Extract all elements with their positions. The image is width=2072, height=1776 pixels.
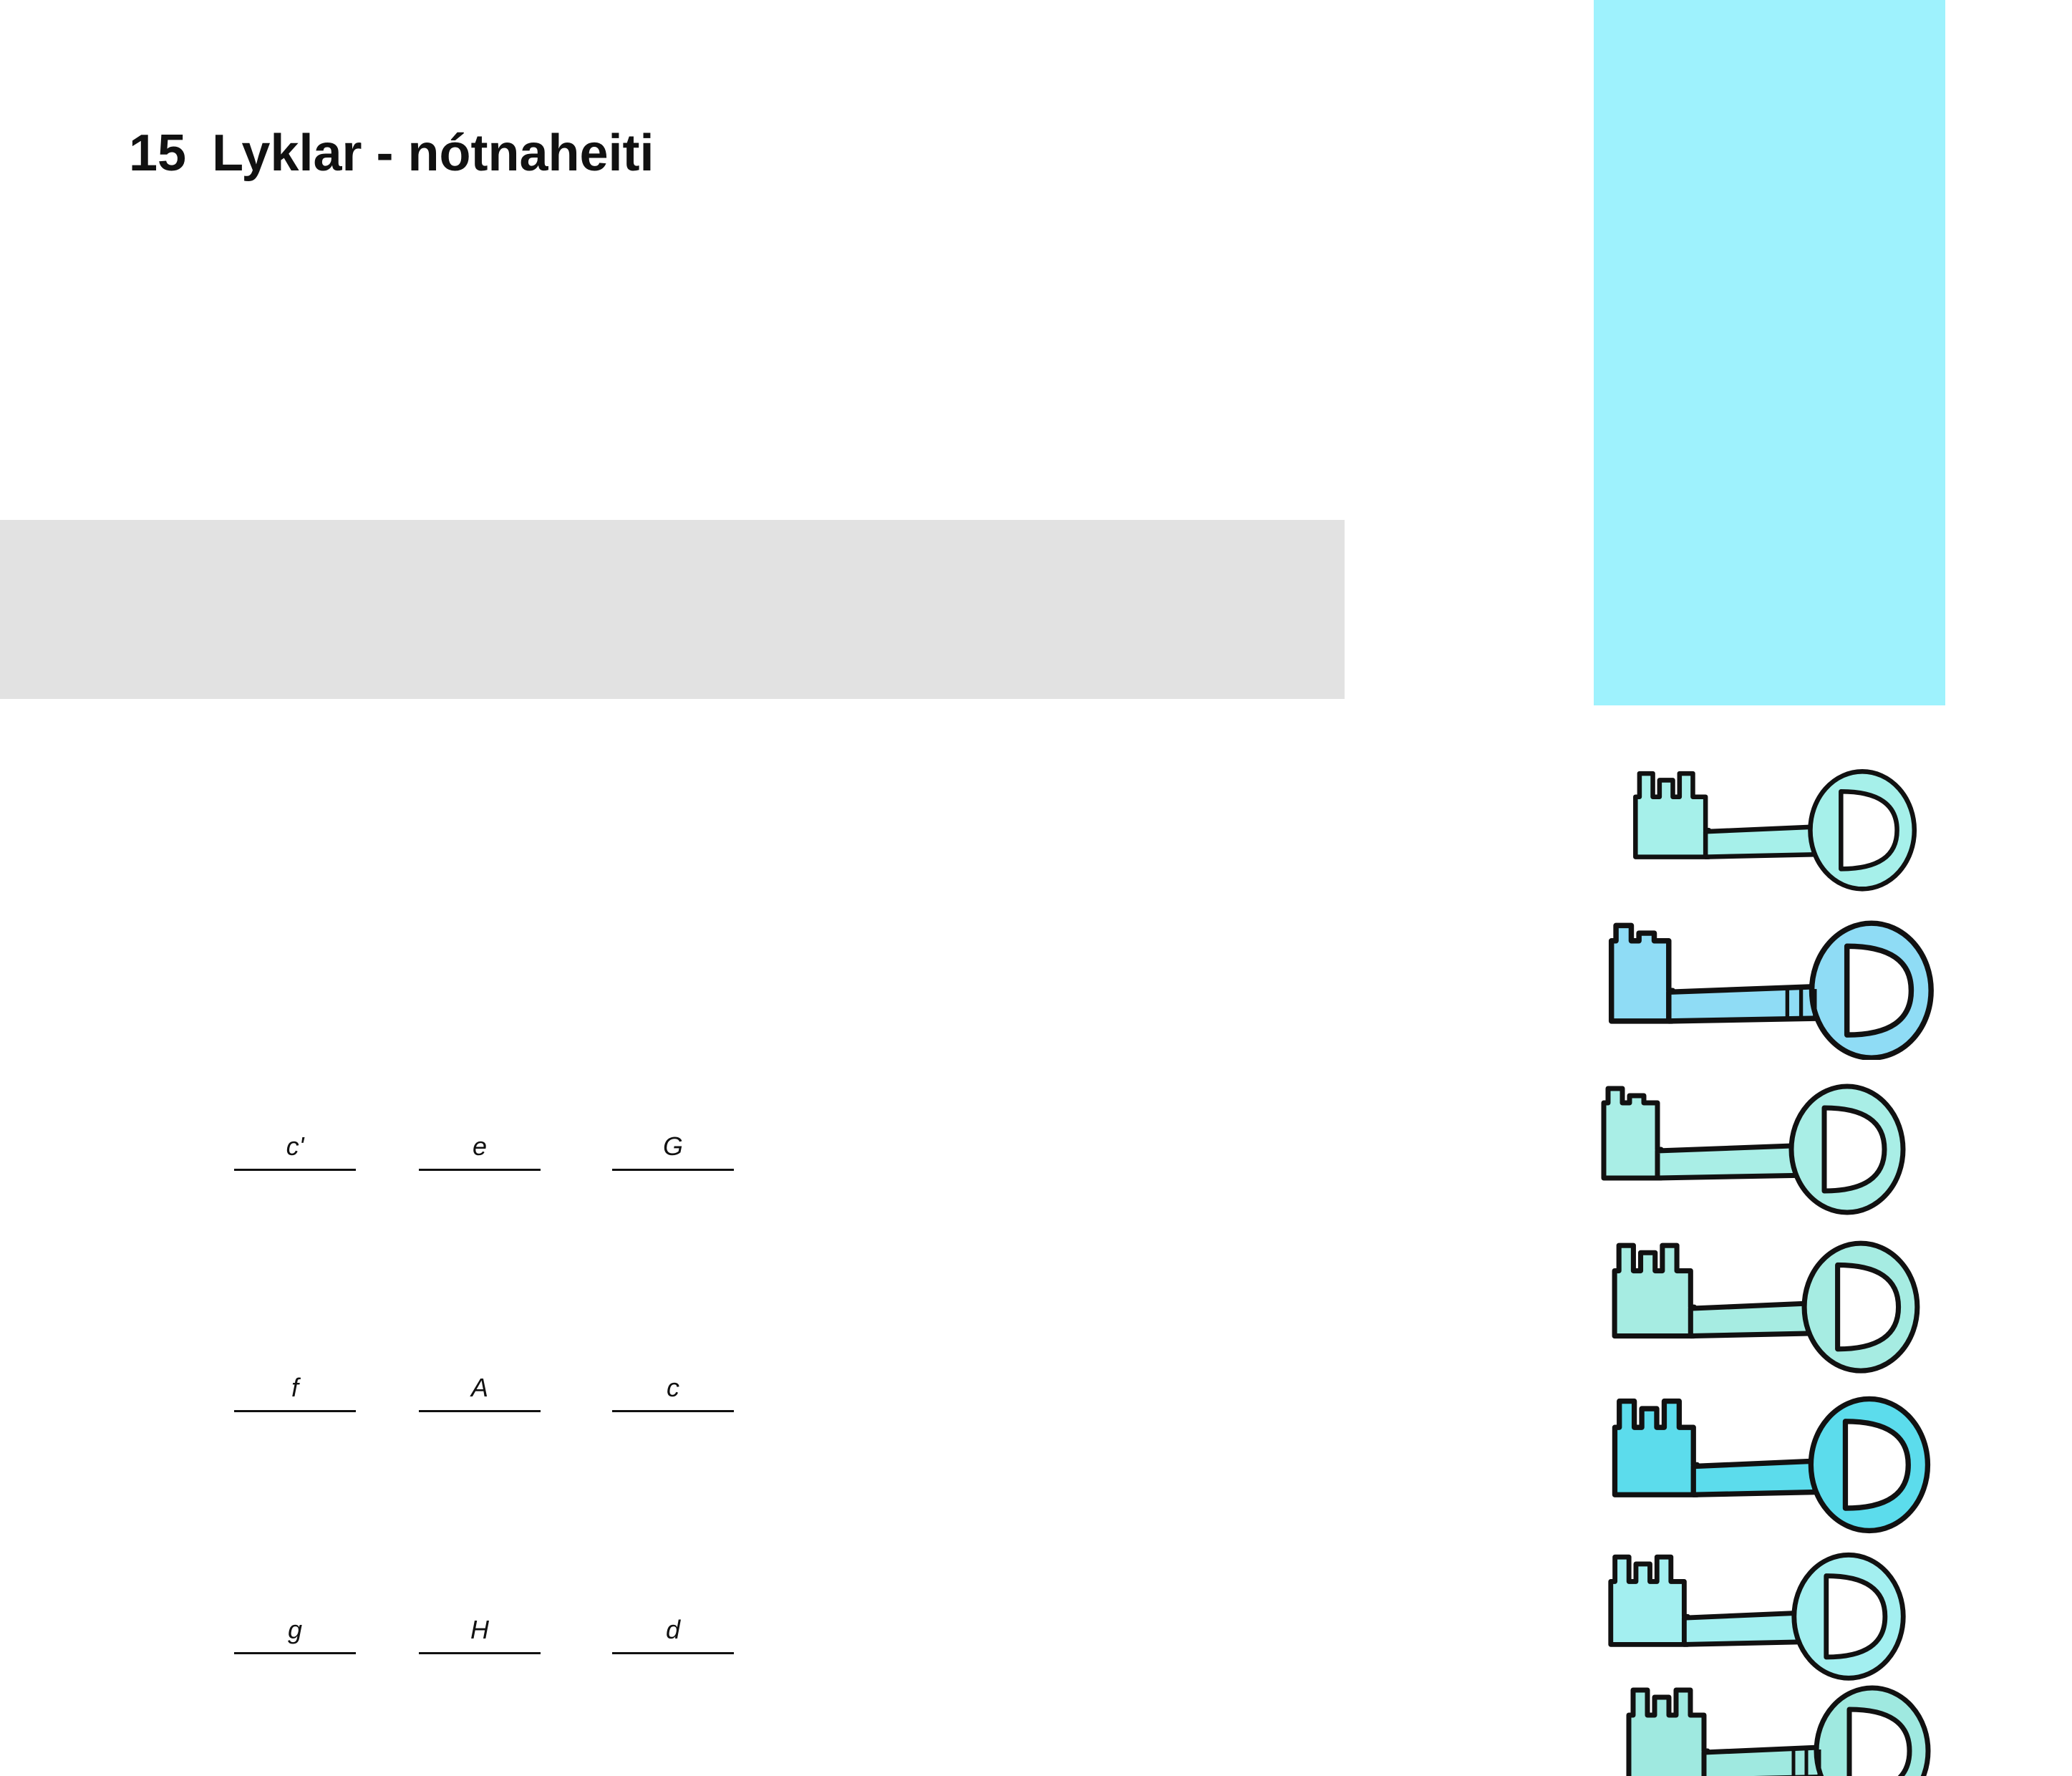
key-icon bbox=[1608, 920, 1934, 1060]
answer-blank[interactable]: g bbox=[234, 1611, 356, 1654]
note-name-label: G bbox=[662, 1131, 683, 1161]
answer-blank[interactable]: G bbox=[612, 1128, 734, 1171]
grey-band bbox=[0, 520, 1345, 699]
key-icon bbox=[1612, 1240, 1920, 1374]
cyan-side-tab bbox=[1594, 0, 1945, 705]
answer-blank[interactable]: f bbox=[234, 1369, 356, 1412]
answer-line bbox=[234, 1169, 356, 1171]
answer-line bbox=[612, 1169, 734, 1171]
key-icon bbox=[1633, 769, 1917, 892]
note-name-label: c' bbox=[286, 1131, 304, 1161]
key-icon bbox=[1626, 1685, 1931, 1776]
answer-line bbox=[234, 1652, 356, 1654]
answer-line bbox=[612, 1652, 734, 1654]
note-name-label: c bbox=[667, 1373, 679, 1402]
answer-blank[interactable]: H bbox=[419, 1611, 541, 1654]
key-icon bbox=[1601, 1084, 1906, 1215]
answer-line bbox=[419, 1652, 541, 1654]
note-name-label: A bbox=[470, 1373, 488, 1402]
key-icon bbox=[1608, 1552, 1906, 1681]
answer-blank[interactable]: c' bbox=[234, 1128, 356, 1171]
answer-line bbox=[612, 1410, 734, 1412]
key-icon bbox=[1612, 1396, 1931, 1534]
key-illustrations bbox=[1582, 738, 1955, 1776]
answer-line bbox=[419, 1410, 541, 1412]
answer-line bbox=[419, 1169, 541, 1171]
answer-blank[interactable]: c bbox=[612, 1369, 734, 1412]
exercise-number: 15 bbox=[129, 125, 187, 182]
note-name-label: e bbox=[472, 1131, 488, 1161]
answer-line bbox=[234, 1410, 356, 1412]
answer-blank[interactable]: A bbox=[419, 1369, 541, 1412]
page-title: 15 Lyklar - nótnaheiti bbox=[129, 127, 654, 179]
answer-blank[interactable]: e bbox=[419, 1128, 541, 1171]
note-name-label: f bbox=[291, 1373, 299, 1402]
answer-blank[interactable]: d bbox=[612, 1611, 734, 1654]
worksheet-page: 15 Lyklar - nótnaheiti c' e G f A c g H d bbox=[0, 0, 2072, 1776]
exercise-title: Lyklar - nótnaheiti bbox=[212, 125, 654, 182]
note-name-label: g bbox=[287, 1615, 303, 1644]
note-name-label: d bbox=[665, 1615, 681, 1644]
note-name-label: H bbox=[470, 1615, 489, 1644]
